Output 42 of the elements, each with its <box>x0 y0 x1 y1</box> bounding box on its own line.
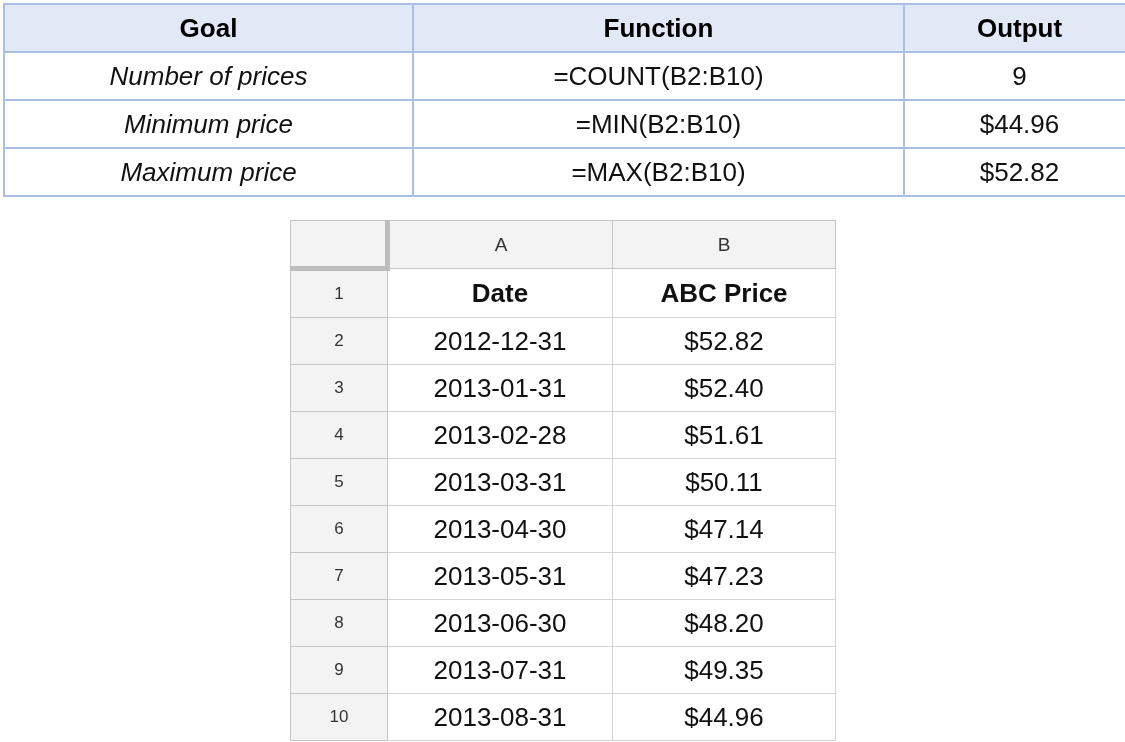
column-header[interactable]: B <box>612 220 836 269</box>
column-header[interactable]: A <box>387 220 613 269</box>
table-cell: Date <box>387 268 613 318</box>
table-cell: ABC Price <box>612 268 836 318</box>
table-cell: 2013-05-31 <box>387 552 613 600</box>
table-cell: $47.23 <box>612 552 836 600</box>
table-cell: =COUNT(B2:B10) <box>413 52 904 100</box>
row-number[interactable]: 10 <box>290 693 388 741</box>
table-cell: 2013-07-31 <box>387 646 613 694</box>
table-cell: =MAX(B2:B10) <box>413 148 904 196</box>
table-cell: 2013-04-30 <box>387 505 613 553</box>
table-cell: 2013-08-31 <box>387 693 613 741</box>
row-number[interactable]: 5 <box>290 458 388 506</box>
table-cell: Number of prices <box>4 52 413 100</box>
column-header: Goal <box>4 4 413 52</box>
table-cell: 2013-02-28 <box>387 411 613 459</box>
table-cell: $50.11 <box>612 458 836 506</box>
row-number[interactable]: 2 <box>290 317 388 365</box>
select-all-corner[interactable] <box>290 220 388 269</box>
row-number[interactable]: 6 <box>290 505 388 553</box>
table-cell: $49.35 <box>612 646 836 694</box>
row-number[interactable]: 3 <box>290 364 388 412</box>
row-number[interactable]: 9 <box>290 646 388 694</box>
table-cell: 2013-06-30 <box>387 599 613 647</box>
table-cell: Minimum price <box>4 100 413 148</box>
row-number[interactable]: 4 <box>290 411 388 459</box>
table-cell: 2013-03-31 <box>387 458 613 506</box>
table-cell: =MIN(B2:B10) <box>413 100 904 148</box>
column-header: Function <box>413 4 904 52</box>
table-cell: $44.96 <box>612 693 836 741</box>
table-cell: 2012-12-31 <box>387 317 613 365</box>
table-cell: Maximum price <box>4 148 413 196</box>
table-cell: $52.40 <box>612 364 836 412</box>
row-number[interactable]: 7 <box>290 552 388 600</box>
table-cell: $48.20 <box>612 599 836 647</box>
row-number[interactable]: 8 <box>290 599 388 647</box>
table-cell: $51.61 <box>612 411 836 459</box>
table-cell: $47.14 <box>612 505 836 553</box>
row-number[interactable]: 1 <box>290 268 388 318</box>
column-header: Output <box>904 4 1125 52</box>
table-cell: $52.82 <box>612 317 836 365</box>
table-cell: 2013-01-31 <box>387 364 613 412</box>
